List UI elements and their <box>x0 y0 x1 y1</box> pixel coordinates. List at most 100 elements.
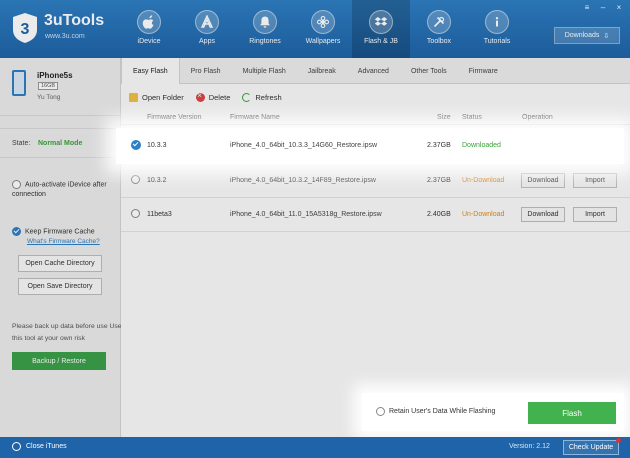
tab-pro-flash[interactable]: Pro Flash <box>180 58 232 84</box>
device-state: State: Normal Mode <box>0 128 121 158</box>
download-button[interactable]: Download <box>521 173 565 188</box>
keep-cache-checkbox[interactable] <box>12 227 21 236</box>
main-nav: iDevice Apps Ringtones Wallpapers Flash … <box>120 0 526 58</box>
apps-icon <box>195 10 219 34</box>
import-button[interactable]: Import <box>573 207 617 222</box>
tab-firmware[interactable]: Firmware <box>458 58 509 84</box>
import-button[interactable]: Import <box>573 173 617 188</box>
row-radio[interactable] <box>131 209 140 218</box>
retain-data-radio[interactable] <box>376 407 385 416</box>
refresh-label: Refresh <box>255 92 282 102</box>
nav-label: Apps <box>199 38 215 45</box>
device-capacity: 16GB <box>38 82 59 90</box>
tab-easy-flash[interactable]: Easy Flash <box>121 58 180 84</box>
backup-restore-button[interactable]: Backup / Restore <box>12 352 106 370</box>
nav-label: Flash & JB <box>364 38 398 45</box>
app-site: www.3u.com <box>45 33 85 40</box>
flower-icon <box>311 10 335 34</box>
tab-jailbreak[interactable]: Jailbreak <box>297 58 347 84</box>
header-version: Firmware Version <box>147 114 202 121</box>
nav-label: Wallpapers <box>305 38 341 45</box>
firmware-version: 11beta3 <box>147 211 172 218</box>
nav-flash-jb[interactable]: Flash & JB <box>352 0 410 58</box>
open-save-directory-button[interactable]: Open Save Directory <box>18 278 102 295</box>
firmware-status: Un-Download <box>462 211 505 218</box>
firmware-size: 2.40GB <box>427 211 451 218</box>
table-row[interactable]: 11beta3 iPhone_4.0_64bit_11.0_15A5318g_R… <box>121 198 630 232</box>
window-controls: ≡ – × <box>582 3 624 12</box>
firmware-size: 2.37GB <box>427 177 451 184</box>
tab-advanced[interactable]: Advanced <box>347 58 400 84</box>
nav-label: Tutorials <box>483 38 511 45</box>
download-button[interactable]: Download <box>521 207 565 222</box>
header-status: Status <box>462 114 482 121</box>
nav-label: Ringtones <box>249 38 281 45</box>
flash-panel: Easy Flash Pro Flash Multiple Flash Jail… <box>121 58 630 437</box>
info-icon <box>485 10 509 34</box>
close-icon[interactable]: × <box>614 3 624 12</box>
auto-activate-radio[interactable] <box>12 180 21 189</box>
header-size: Size <box>437 114 451 121</box>
firmware-toolbar: Open Folder Delete Refresh <box>129 90 282 104</box>
tools-icon <box>427 10 451 34</box>
arrow-down-icon: ⇩ <box>603 32 610 40</box>
nav-tutorials[interactable]: Tutorials <box>468 0 526 58</box>
flash-tabs: Easy Flash Pro Flash Multiple Flash Jail… <box>121 58 630 84</box>
firmware-name: iPhone_4.0_64bit_10.3.2_14F89_Restore.ip… <box>230 177 376 184</box>
state-value: Normal Mode <box>38 140 83 147</box>
open-cache-directory-button[interactable]: Open Cache Directory <box>18 255 102 272</box>
state-label: State: <box>12 140 31 147</box>
logo-shield-icon: 3 <box>13 13 37 43</box>
phone-icon <box>12 70 26 96</box>
firmware-size: 2.37GB <box>427 142 451 149</box>
open-folder-button[interactable]: Open Folder <box>129 92 184 102</box>
auto-activate-option[interactable]: Auto-activate iDevice after connection <box>12 180 112 200</box>
nav-ringtones[interactable]: Ringtones <box>236 0 294 58</box>
delete-label: Delete <box>208 92 231 102</box>
nav-wallpapers[interactable]: Wallpapers <box>294 0 352 58</box>
folder-icon <box>129 92 138 102</box>
minimize-icon[interactable]: – <box>598 3 608 12</box>
sidebar: iPhone5s 16GB Yu Tong State: Normal Mode… <box>0 58 122 437</box>
close-itunes-label: Close iTunes <box>26 443 67 450</box>
selected-firmware-row[interactable]: 10.3.3 iPhone_4.0_64bit_10.3.3_14G60_Res… <box>116 128 624 164</box>
tab-other-tools[interactable]: Other Tools <box>400 58 458 84</box>
delete-button[interactable]: Delete <box>195 91 231 102</box>
firmware-name: iPhone_4.0_64bit_11.0_15A5318g_Restore.i… <box>230 211 382 218</box>
menu-icon[interactable]: ≡ <box>582 3 592 12</box>
nav-toolbox[interactable]: Toolbox <box>410 0 468 58</box>
flash-button[interactable]: Flash <box>528 402 616 424</box>
tab-multiple-flash[interactable]: Multiple Flash <box>232 58 297 84</box>
title-bar: 3 3uTools www.3u.com iDevice Apps Ringto… <box>0 0 630 58</box>
backup-note: Please back up data before use Use this … <box>12 323 122 342</box>
nav-label: Toolbox <box>426 38 452 45</box>
close-itunes-radio[interactable] <box>12 442 21 451</box>
row-selected-check[interactable] <box>131 140 141 150</box>
nav-apps[interactable]: Apps <box>178 0 236 58</box>
firmware-name: iPhone_4.0_64bit_10.3.3_14G60_Restore.ip… <box>230 142 378 149</box>
retain-data-option[interactable]: Retain User's Data While Flashing <box>376 407 495 416</box>
downloads-label: Downloads <box>564 32 600 39</box>
nav-idevice[interactable]: iDevice <box>120 0 178 58</box>
downloads-button[interactable]: Downloads ⇩ <box>554 27 620 44</box>
refresh-button[interactable]: Refresh <box>242 92 282 102</box>
firmware-status: Un-Download <box>462 177 505 184</box>
open-folder-label: Open Folder <box>142 92 184 102</box>
update-badge <box>616 438 621 443</box>
header-operation: Operation <box>522 114 553 121</box>
table-row[interactable]: 10.3.3 iPhone_4.0_64bit_10.3.3_14G60_Res… <box>121 129 624 163</box>
keep-cache-option[interactable]: Keep Firmware Cache <box>12 227 95 237</box>
device-name: iPhone5s <box>37 71 73 80</box>
keep-cache-label: Keep Firmware Cache <box>25 228 95 236</box>
check-update-button[interactable]: Check Update <box>563 440 619 455</box>
close-itunes-option[interactable]: Close iTunes <box>12 442 67 451</box>
firmware-status: Downloaded <box>462 142 501 149</box>
retain-data-label: Retain User's Data While Flashing <box>389 408 496 415</box>
table-header: Firmware Version Firmware Name Size Stat… <box>121 111 630 125</box>
cache-help-link[interactable]: What's Firmware Cache? <box>27 237 100 247</box>
table-row[interactable]: 10.3.2 iPhone_4.0_64bit_10.3.2_14F89_Res… <box>121 164 630 198</box>
row-radio[interactable] <box>131 175 140 184</box>
firmware-version: 10.3.2 <box>147 177 167 184</box>
auto-activate-label: Auto-activate iDevice after connection <box>12 181 107 199</box>
header-name: Firmware Name <box>230 114 280 121</box>
